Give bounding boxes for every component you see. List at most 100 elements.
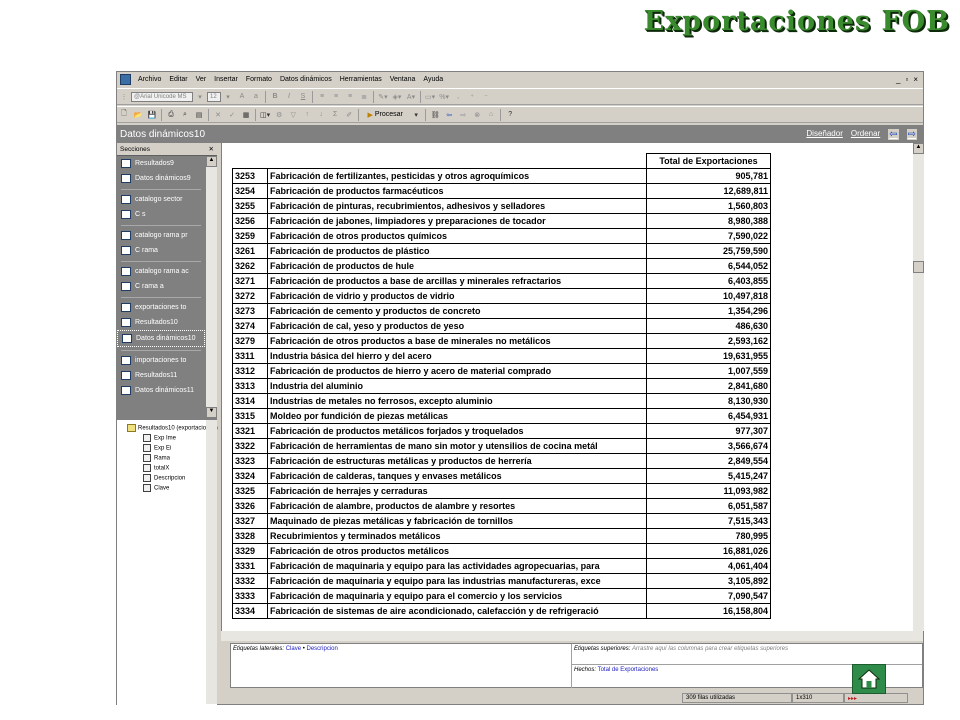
cell-value[interactable]: 16,881,026 xyxy=(646,543,771,559)
cell-desc[interactable]: Maquinado de piezas metálicas y fabricac… xyxy=(267,513,647,529)
cell-value[interactable]: 3,105,892 xyxy=(646,573,771,589)
home-icon[interactable]: ⌂ xyxy=(486,109,496,121)
home-button[interactable] xyxy=(852,664,886,694)
cell-code[interactable]: 3271 xyxy=(232,273,268,289)
font-size-dropdown-icon[interactable]: ▾ xyxy=(223,91,233,103)
cell-value[interactable]: 16,158,804 xyxy=(646,603,771,619)
cell-value[interactable]: 780,995 xyxy=(646,528,771,544)
justify-icon[interactable]: ≣ xyxy=(359,91,369,103)
tree-field[interactable]: Descripcion xyxy=(143,474,185,482)
grid-scroll-thumb[interactable] xyxy=(913,261,924,273)
section-item[interactable]: C rama a xyxy=(117,279,205,294)
cell-desc[interactable]: Fabricación de fertilizantes, pesticidas… xyxy=(267,168,647,184)
cell-desc[interactable]: Moldeo por fundición de piezas metálicas xyxy=(267,408,647,424)
number-format-icon[interactable]: ▭▾ xyxy=(425,91,435,103)
align-left-icon[interactable]: ≡ xyxy=(317,91,327,103)
cell-code[interactable]: 3311 xyxy=(232,348,268,364)
section-item[interactable]: C s xyxy=(117,207,205,222)
grow-font-icon[interactable]: A xyxy=(237,91,247,103)
cell-code[interactable]: 3254 xyxy=(232,183,268,199)
menu-editar[interactable]: Editar xyxy=(165,76,191,83)
cell-desc[interactable]: Fabricación de productos a base de arcil… xyxy=(267,273,647,289)
cell-desc[interactable]: Fabricación de herramientas de mano sin … xyxy=(267,438,647,454)
font-name-combo[interactable]: @Arial Unicode MS xyxy=(131,91,193,102)
section-item[interactable]: Resultados10 xyxy=(117,315,205,330)
section-item[interactable]: catalogo rama ac xyxy=(117,264,205,279)
cell-code[interactable]: 3262 xyxy=(232,258,268,274)
cell-value[interactable]: 2,593,162 xyxy=(646,333,771,349)
menu-archivo[interactable]: Archivo xyxy=(134,76,165,83)
cell-desc[interactable]: Fabricación de cal, yeso y productos de … xyxy=(267,318,647,334)
cell-code[interactable]: 3331 xyxy=(232,558,268,574)
print-icon[interactable]: ⎙ xyxy=(166,109,176,121)
cell-value[interactable]: 6,051,587 xyxy=(646,498,771,514)
cell-value[interactable]: 977,307 xyxy=(646,423,771,439)
cell-code[interactable]: 3274 xyxy=(232,318,268,334)
scroll-up-icon[interactable]: ▲ xyxy=(206,156,217,167)
cell-code[interactable]: 3272 xyxy=(232,288,268,304)
section-item[interactable]: Resultados11 xyxy=(117,368,205,383)
cell-code[interactable]: 3314 xyxy=(232,393,268,409)
menu-ayuda[interactable]: Ayuda xyxy=(419,76,447,83)
tree-field[interactable]: Clave xyxy=(143,484,169,492)
cell-code[interactable]: 3261 xyxy=(232,243,268,259)
cell-code[interactable]: 3324 xyxy=(232,468,268,484)
font-dropdown-icon[interactable]: ▾ xyxy=(195,91,205,103)
menu-insertar[interactable]: Insertar xyxy=(210,76,242,83)
cell-code[interactable]: 3332 xyxy=(232,573,268,589)
cell-desc[interactable]: Fabricación de cemento y productos de co… xyxy=(267,303,647,319)
prev-arrow-icon[interactable]: ⇦ xyxy=(888,128,899,140)
align-center-icon[interactable]: ≡ xyxy=(331,91,341,103)
tree-root[interactable]: Resultados10 (exportaciones) xyxy=(127,424,218,432)
align-right-icon[interactable]: ≡ xyxy=(345,91,355,103)
comma-icon[interactable]: , xyxy=(453,91,463,103)
procesar-dropdown-icon[interactable]: ▾ xyxy=(411,109,421,121)
cell-value[interactable]: 19,631,955 xyxy=(646,348,771,364)
cell-code[interactable]: 3279 xyxy=(232,333,268,349)
cell-code[interactable]: 3327 xyxy=(232,513,268,529)
cell-value[interactable]: 6,544,052 xyxy=(646,258,771,274)
underline-icon[interactable]: S xyxy=(298,91,308,103)
cell-desc[interactable]: Fabricación de productos de hule xyxy=(267,258,647,274)
cell-value[interactable]: 7,515,343 xyxy=(646,513,771,529)
font-size-combo[interactable]: 12 xyxy=(207,91,221,102)
delete-icon[interactable]: ✕ xyxy=(213,109,223,121)
cell-value[interactable]: 1,560,803 xyxy=(646,198,771,214)
procesar-button[interactable]: ▶ Procesar xyxy=(363,109,407,121)
cell-value[interactable]: 8,980,388 xyxy=(646,213,771,229)
grid-icon[interactable]: ▦ xyxy=(241,109,251,121)
tree-field[interactable]: Exp Ime xyxy=(143,434,176,442)
cell-desc[interactable]: Fabricación de estructuras metálicas y p… xyxy=(267,453,647,469)
cell-desc[interactable]: Fabricación de alambre, productos de ala… xyxy=(267,498,647,514)
cell-value[interactable]: 10,497,818 xyxy=(646,288,771,304)
ordenar-link[interactable]: Ordenar xyxy=(851,129,880,140)
font-color-icon[interactable]: A▾ xyxy=(406,91,416,103)
cell-code[interactable]: 3253 xyxy=(232,168,268,184)
menu-datos-dinamicos[interactable]: Datos dinámicos xyxy=(276,76,336,83)
cell-code[interactable]: 3334 xyxy=(232,603,268,619)
cell-value[interactable]: 486,630 xyxy=(646,318,771,334)
cell-value[interactable]: 4,061,404 xyxy=(646,558,771,574)
grid-scroll-up-icon[interactable]: ▲ xyxy=(913,143,924,154)
section-item[interactable]: Datos dinámicos9 xyxy=(117,171,205,186)
cell-code[interactable]: 3321 xyxy=(232,423,268,439)
cell-desc[interactable]: Fabricación de productos de hierro y ace… xyxy=(267,363,647,379)
cell-desc[interactable]: Fabricación de productos metálicos forja… xyxy=(267,423,647,439)
save-icon[interactable]: 💾 xyxy=(147,109,157,121)
section-item[interactable]: catalogo sector xyxy=(117,192,205,207)
cell-value[interactable]: 25,759,590 xyxy=(646,243,771,259)
cell-desc[interactable]: Fabricación de otros productos químicos xyxy=(267,228,647,244)
properties-icon[interactable]: ⚙ xyxy=(274,109,284,121)
check-icon[interactable]: ✓ xyxy=(227,109,237,121)
forward-arrow-icon[interactable]: ⇨ xyxy=(458,109,468,121)
edit-icon[interactable]: ✐ xyxy=(344,109,354,121)
cell-desc[interactable]: Fabricación de herrajes y cerraduras xyxy=(267,483,647,499)
menu-ver[interactable]: Ver xyxy=(192,76,211,83)
section-item[interactable]: exportaciones to xyxy=(117,300,205,315)
lateral-labels-zone[interactable]: Etiquetas laterales: Clave • Descripcion xyxy=(233,646,338,652)
section-item[interactable]: Resultados9 xyxy=(117,156,205,171)
new-file-icon[interactable]: 🗋 xyxy=(119,109,129,121)
cell-value[interactable]: 12,689,811 xyxy=(646,183,771,199)
cell-value[interactable]: 905,781 xyxy=(646,168,771,184)
disenador-link[interactable]: Diseñador xyxy=(806,129,842,140)
